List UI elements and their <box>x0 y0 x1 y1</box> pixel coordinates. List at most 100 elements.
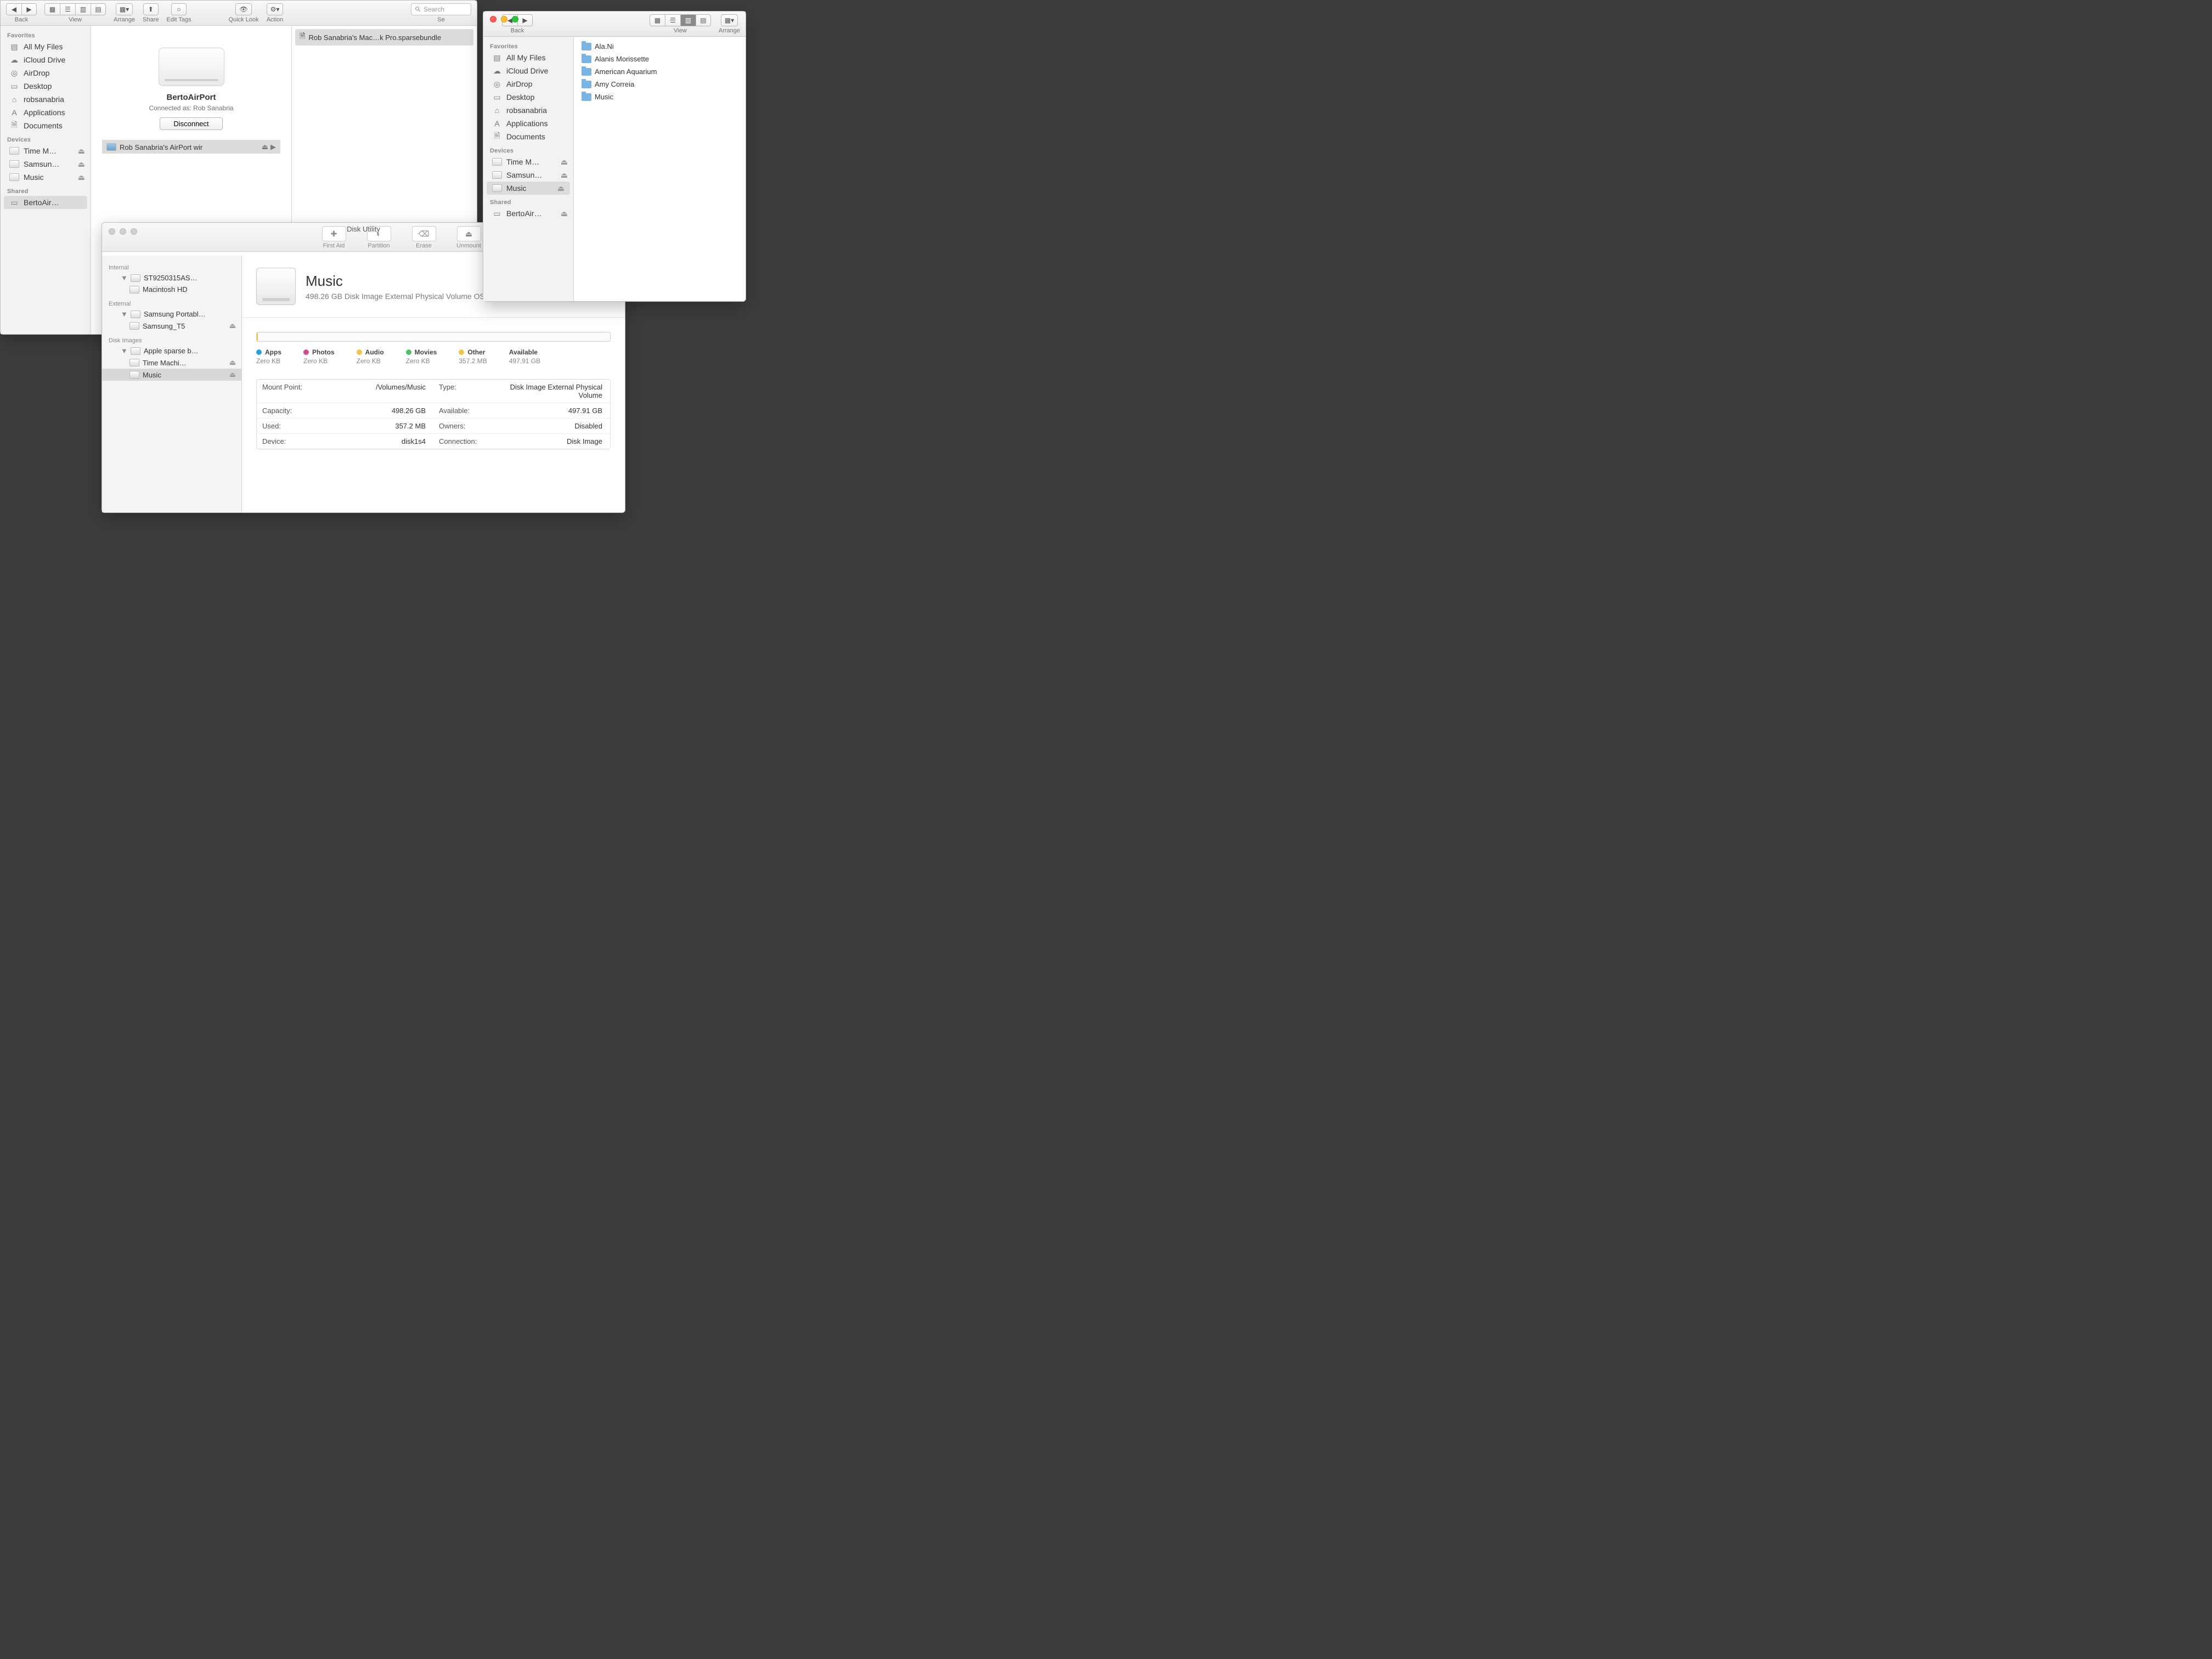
list-view-button[interactable]: ☰ <box>665 14 680 26</box>
sidebar-item-documents[interactable]: 🗎Documents <box>1 119 91 132</box>
eject-icon[interactable]: ⏏ <box>78 173 85 182</box>
sidebar-item-desktop[interactable]: ▭Desktop <box>1 80 91 93</box>
du-vol-samsung-t5[interactable]: Samsung_T5⏏ <box>102 320 241 332</box>
drive-icon <box>9 172 19 182</box>
apps-icon: A <box>9 108 19 117</box>
sidebar-item-samsung[interactable]: Samsun…⏏ <box>483 168 573 182</box>
folder-row[interactable]: Music <box>577 91 742 103</box>
disclosure-triangle-icon[interactable]: ▼ <box>121 310 127 318</box>
disclosure-triangle-icon[interactable]: ▼ <box>121 347 127 355</box>
du-vol-macintosh-hd[interactable]: Macintosh HD <box>102 284 241 295</box>
sidebar-item-music[interactable]: Music⏏ <box>487 182 570 195</box>
back-button[interactable]: ◀ <box>6 3 21 15</box>
desktop-icon: ▭ <box>492 92 502 102</box>
sidebar-item-documents[interactable]: 🗎Documents <box>483 130 573 143</box>
coverflow-view-button[interactable]: ▤ <box>91 3 106 15</box>
file-row-sparsebundle[interactable]: 🗎 Rob Sanabria's Mac…k Pro.sparsebundle <box>295 29 473 46</box>
sidebar-item-icloud[interactable]: ☁iCloud Drive <box>1 53 91 66</box>
column-view-button[interactable]: ▥ <box>75 3 91 15</box>
eject-icon[interactable]: ⏏ <box>78 146 85 156</box>
folder-row[interactable]: Amy Correia <box>577 78 742 91</box>
du-vol-time-machine[interactable]: Time Machi…⏏ <box>102 357 241 369</box>
property-row: Device:disk1s4Connection:Disk Image <box>257 434 610 449</box>
toolbar: ◀ ▶ Back ▦ ☰ ▥ ▤ View ▦▾ Arrange <box>483 12 746 37</box>
sidebar-item-applications[interactable]: AApplications <box>483 117 573 130</box>
folder-icon <box>582 68 591 76</box>
sidebar-item-home[interactable]: ⌂robsanabria <box>1 93 91 106</box>
sidebar-item-time-machine[interactable]: Time M…⏏ <box>483 155 573 168</box>
share-button[interactable]: ⬆ <box>143 3 159 15</box>
eject-icon[interactable]: ⏏ <box>262 143 268 151</box>
sidebar-item-icloud[interactable]: ☁iCloud Drive <box>483 64 573 77</box>
eject-icon[interactable]: ⏏ <box>561 157 568 167</box>
external-heading: External <box>102 295 241 308</box>
eject-icon[interactable]: ⏏ <box>557 184 565 193</box>
sidebar-item-desktop[interactable]: ▭Desktop <box>483 91 573 104</box>
folder-row[interactable]: American Aquarium <box>577 65 742 78</box>
disclosure-triangle-icon[interactable]: ▼ <box>121 274 127 282</box>
internal-heading: Internal <box>102 259 241 272</box>
du-disk-samsung[interactable]: ▼Samsung Portabl… <box>102 308 241 320</box>
minimize-button[interactable] <box>501 16 507 22</box>
du-disk-internal[interactable]: ▼ST9250315AS… <box>102 272 241 284</box>
folder-icon <box>582 93 591 101</box>
sidebar-item-applications[interactable]: AApplications <box>1 106 91 119</box>
volume-icon <box>129 359 139 366</box>
sidebar-item-airdrop[interactable]: ◎AirDrop <box>483 77 573 91</box>
view-switcher[interactable]: ▦ ☰ ▥ ▤ <box>44 3 106 15</box>
property-row: Used:357.2 MBOwners:Disabled <box>257 419 610 434</box>
quicklook-button[interactable]: 👁 <box>235 3 251 15</box>
airdrop-icon: ◎ <box>9 68 19 78</box>
du-vol-music[interactable]: Music⏏ <box>102 369 241 381</box>
coverflow-view-button[interactable]: ▤ <box>696 14 711 26</box>
eject-icon[interactable]: ⏏ <box>561 171 568 180</box>
icon-view-button[interactable]: ▦ <box>44 3 60 15</box>
forward-button[interactable]: ▶ <box>21 3 37 15</box>
finder-window-music: ◀ ▶ Back ▦ ☰ ▥ ▤ View ▦▾ Arrange Favorit… <box>483 11 746 302</box>
close-button[interactable] <box>490 16 496 22</box>
sidebar-item-all-my-files[interactable]: ▤All My Files <box>1 40 91 53</box>
share-title: BertoAirPort <box>166 93 216 102</box>
arrange-button[interactable]: ▦▾ <box>721 14 738 26</box>
legend-item: PhotosZero KB <box>303 348 335 365</box>
legend-item: AppsZero KB <box>256 348 281 365</box>
sidebar-item-music[interactable]: Music⏏ <box>1 171 91 184</box>
folder-icon <box>582 55 591 63</box>
favorites-heading: Favorites <box>1 28 91 40</box>
eject-icon[interactable]: ⏏ <box>561 209 568 218</box>
sidebar-item-bertoairport[interactable]: ▭BertoAir…⏏ <box>483 207 573 220</box>
icon-view-button[interactable]: ▦ <box>650 14 665 26</box>
sidebar-item-bertoairport[interactable]: ▭BertoAir… <box>4 196 87 209</box>
property-row: Capacity:498.26 GBAvailable:497.91 GB <box>257 403 610 419</box>
folder-row[interactable]: Ala.Ni <box>577 40 742 53</box>
airport-device-image <box>159 48 224 86</box>
disconnect-button[interactable]: Disconnect <box>160 117 222 130</box>
forward-button[interactable]: ▶ <box>517 14 533 26</box>
all-files-icon: ▤ <box>492 53 502 63</box>
legend-dot-icon <box>459 349 464 355</box>
sidebar-item-all-my-files[interactable]: ▤All My Files <box>483 51 573 64</box>
du-disk-sparse[interactable]: ▼Apple sparse b… <box>102 345 241 357</box>
file-column: Ala.NiAlanis MorissetteAmerican Aquarium… <box>574 37 746 301</box>
tags-button[interactable]: ○ <box>171 3 187 15</box>
search-input[interactable]: Search <box>411 3 471 15</box>
action-button[interactable]: ⚙▾ <box>267 3 284 15</box>
eject-icon[interactable]: ⏏ <box>229 358 236 367</box>
column-view-button[interactable]: ▥ <box>680 14 696 26</box>
eject-icon[interactable]: ⏏ <box>78 160 85 169</box>
view-switcher[interactable]: ▦ ☰ ▥ ▤ <box>650 14 711 26</box>
arrange-button[interactable]: ▦▾ <box>116 3 133 15</box>
list-view-button[interactable]: ☰ <box>60 3 75 15</box>
folder-row[interactable]: Alanis Morissette <box>577 53 742 65</box>
eject-icon[interactable]: ⏏ <box>229 321 236 330</box>
shared-volume-row[interactable]: Rob Sanabria's AirPort wir ⏏▶ <box>102 140 280 154</box>
back-label: Back <box>15 16 28 23</box>
sidebar-item-airdrop[interactable]: ◎AirDrop <box>1 66 91 80</box>
eject-icon[interactable]: ⏏ <box>229 370 236 379</box>
sidebar-item-time-machine[interactable]: Time M…⏏ <box>1 144 91 157</box>
sidebar-item-samsung[interactable]: Samsun…⏏ <box>1 157 91 171</box>
sparsebundle-icon: 🗎 <box>300 31 305 43</box>
traffic-lights <box>490 16 518 22</box>
sidebar-item-home[interactable]: ⌂robsanabria <box>483 104 573 117</box>
zoom-button[interactable] <box>512 16 518 22</box>
